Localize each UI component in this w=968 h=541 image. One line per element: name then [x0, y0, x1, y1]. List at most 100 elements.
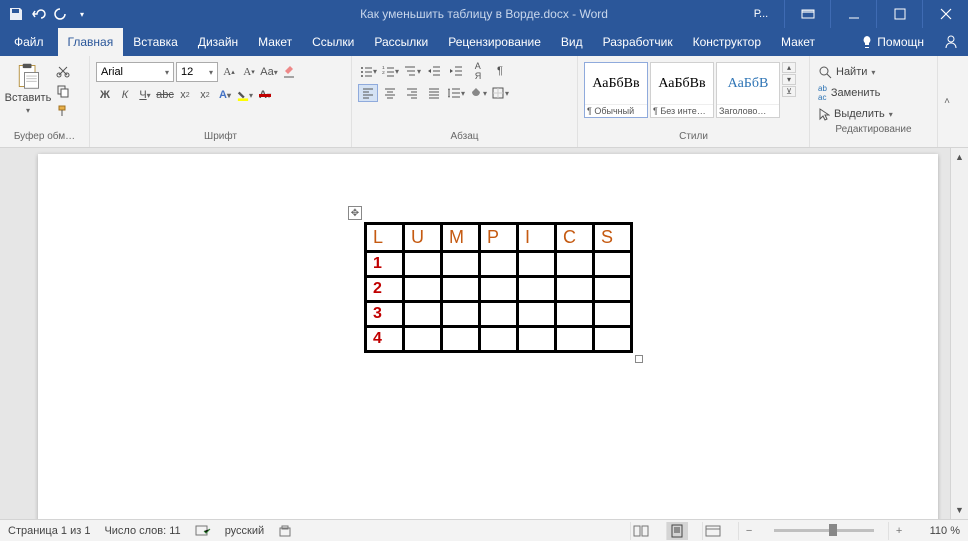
shading-icon[interactable]: ▾ — [468, 84, 488, 102]
style-heading1[interactable]: АаБбВ Заголово… — [716, 62, 780, 118]
format-painter-icon[interactable] — [54, 102, 72, 120]
table-header-cell[interactable]: P — [480, 224, 518, 252]
font-size-combo[interactable]: 12▾ — [176, 62, 218, 82]
italic-icon[interactable]: К — [116, 86, 134, 104]
tab-layout[interactable]: Макет — [248, 28, 302, 56]
tab-table-design[interactable]: Конструктор — [683, 28, 771, 56]
table-cell[interactable] — [480, 277, 518, 302]
tab-home[interactable]: Главная — [58, 28, 124, 56]
table-cell[interactable] — [518, 277, 556, 302]
change-case-icon[interactable]: Aa▾ — [260, 63, 278, 81]
font-color-icon[interactable]: A▾ — [256, 86, 274, 104]
table-cell[interactable] — [442, 327, 480, 352]
account-hint[interactable]: Р... — [738, 0, 784, 28]
highlight-icon[interactable]: ▾ — [236, 86, 254, 104]
table-cell[interactable] — [518, 327, 556, 352]
show-marks-icon[interactable]: ¶ — [490, 62, 510, 80]
table-cell[interactable] — [556, 327, 594, 352]
table-cell[interactable] — [594, 252, 632, 277]
tell-me[interactable]: Помощн — [851, 28, 934, 56]
underline-icon[interactable]: Ч▾ — [136, 86, 154, 104]
tab-references[interactable]: Ссылки — [302, 28, 364, 56]
table-move-handle-icon[interactable]: ✥ — [348, 206, 362, 220]
web-layout-icon[interactable] — [702, 522, 724, 540]
text-effects-icon[interactable]: A▾ — [216, 86, 234, 104]
table-cell[interactable] — [442, 252, 480, 277]
redo-icon[interactable] — [52, 6, 68, 22]
styles-gallery-scroll[interactable]: ▴ ▾ ⊻ — [782, 62, 796, 98]
scroll-up-icon[interactable]: ▲ — [951, 148, 968, 166]
status-page[interactable]: Страница 1 из 1 — [8, 525, 90, 537]
table-cell[interactable] — [404, 252, 442, 277]
print-layout-icon[interactable] — [666, 522, 688, 540]
ribbon-display-options-icon[interactable] — [784, 0, 830, 28]
table-cell[interactable] — [556, 252, 594, 277]
table-header-cell[interactable]: U — [404, 224, 442, 252]
macro-record-icon[interactable] — [278, 524, 292, 538]
table-resize-handle-icon[interactable] — [635, 355, 643, 363]
qat-customize-icon[interactable]: ▾ — [74, 6, 90, 22]
status-word-count[interactable]: Число слов: 11 — [104, 525, 180, 537]
table-cell[interactable]: 2 — [366, 277, 404, 302]
cut-icon[interactable] — [54, 62, 72, 80]
table-header-cell[interactable]: S — [594, 224, 632, 252]
tab-insert[interactable]: Вставка — [123, 28, 188, 56]
style-no-spacing[interactable]: АаБбВв ¶ Без инте… — [650, 62, 714, 118]
table-cell[interactable]: 4 — [366, 327, 404, 352]
slider-thumb[interactable] — [829, 524, 837, 536]
shrink-font-icon[interactable]: A▾ — [240, 63, 258, 81]
document-table[interactable]: LUMPICS1234 — [364, 222, 633, 353]
table-cell[interactable] — [480, 302, 518, 327]
style-normal[interactable]: АаБбВв ¶ Обычный — [584, 62, 648, 118]
table-cell[interactable] — [556, 302, 594, 327]
save-icon[interactable] — [8, 6, 24, 22]
table-header-cell[interactable]: C — [556, 224, 594, 252]
strikethrough-icon[interactable]: abc — [156, 86, 174, 104]
zoom-in-icon[interactable]: + — [888, 522, 910, 540]
scroll-down-icon[interactable]: ▼ — [951, 501, 968, 519]
zoom-slider[interactable] — [774, 529, 874, 532]
close-icon[interactable] — [922, 0, 968, 28]
table-cell[interactable] — [404, 277, 442, 302]
subscript-icon[interactable]: x2 — [176, 86, 194, 104]
align-left-icon[interactable] — [358, 84, 378, 102]
spellcheck-icon[interactable] — [195, 524, 211, 538]
share-button[interactable] — [934, 28, 968, 56]
maximize-icon[interactable] — [876, 0, 922, 28]
table-cell[interactable] — [480, 252, 518, 277]
tab-developer[interactable]: Разработчик — [593, 28, 683, 56]
table-cell[interactable] — [594, 302, 632, 327]
table-cell[interactable] — [594, 327, 632, 352]
page[interactable]: ✥ LUMPICS1234 — [38, 154, 938, 519]
table-cell[interactable] — [594, 277, 632, 302]
multilevel-list-icon[interactable]: ▾ — [402, 62, 422, 80]
replace-button[interactable]: abac Заменить — [818, 83, 929, 103]
chevron-up-icon[interactable]: ▴ — [782, 62, 796, 73]
table-cell[interactable] — [442, 302, 480, 327]
table-cell[interactable] — [404, 302, 442, 327]
read-mode-icon[interactable] — [630, 522, 652, 540]
font-name-combo[interactable]: Arial▾ — [96, 62, 174, 82]
superscript-icon[interactable]: x2 — [196, 86, 214, 104]
line-spacing-icon[interactable]: ▾ — [446, 84, 466, 102]
table-header-cell[interactable]: I — [518, 224, 556, 252]
table-cell[interactable] — [518, 302, 556, 327]
align-center-icon[interactable] — [380, 84, 400, 102]
increase-indent-icon[interactable] — [446, 62, 466, 80]
clear-formatting-icon[interactable] — [280, 63, 298, 81]
justify-icon[interactable] — [424, 84, 444, 102]
undo-icon[interactable] — [30, 6, 46, 22]
styles-more-icon[interactable]: ⊻ — [782, 86, 796, 97]
select-button[interactable]: Выделить▾ — [818, 104, 929, 124]
table-cell[interactable] — [556, 277, 594, 302]
table-cell[interactable] — [480, 327, 518, 352]
tab-design[interactable]: Дизайн — [188, 28, 248, 56]
paste-button[interactable]: Вставить ▾ — [4, 58, 52, 115]
table-cell[interactable] — [442, 277, 480, 302]
table-header-cell[interactable]: M — [442, 224, 480, 252]
chevron-down-icon[interactable]: ▾ — [782, 74, 796, 85]
grow-font-icon[interactable]: A▴ — [220, 63, 238, 81]
status-language[interactable]: русский — [225, 525, 264, 537]
tab-mailings[interactable]: Рассылки — [364, 28, 438, 56]
vertical-scrollbar[interactable]: ▲ ▼ — [950, 148, 968, 519]
